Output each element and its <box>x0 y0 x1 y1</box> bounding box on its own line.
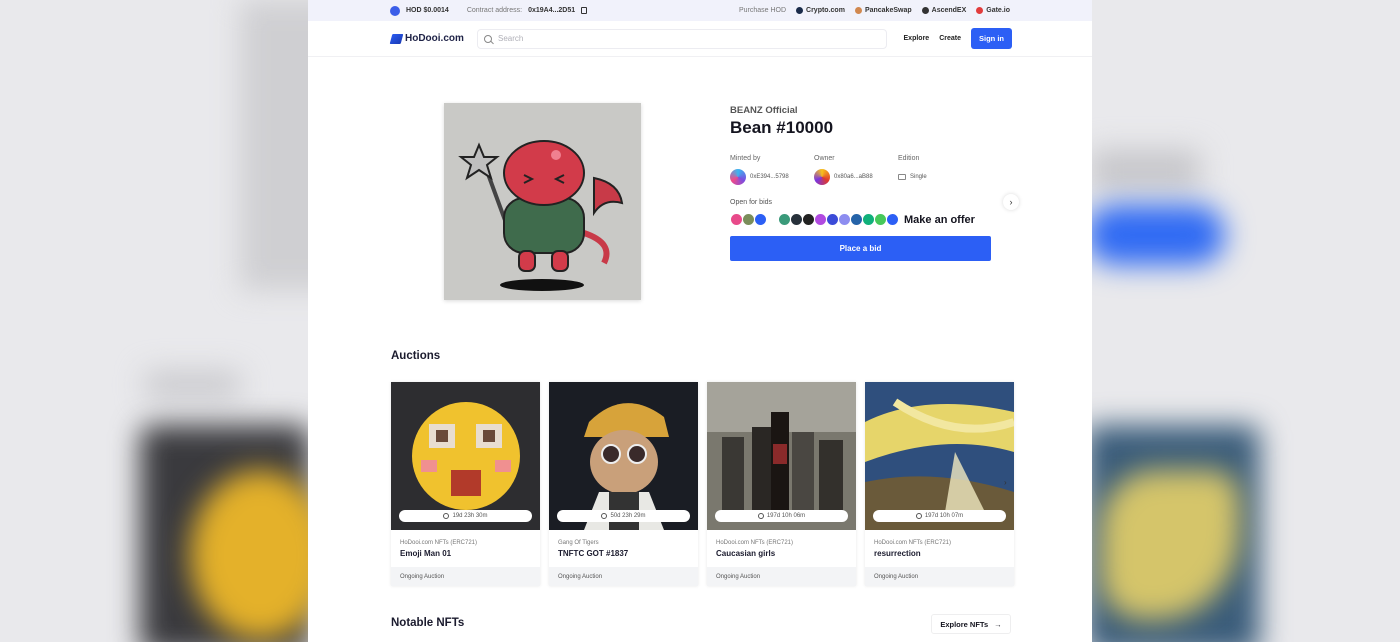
token-icons <box>730 213 899 226</box>
page: HOD $0.0014 Contract address: 0x19A4...2… <box>308 0 1092 642</box>
collection-name[interactable]: BEANZ Official <box>730 105 1010 116</box>
exchange-ascendex[interactable]: AscendEX <box>921 7 966 14</box>
card-collection: HoDooi.com NFTs (ERC721) <box>716 540 794 546</box>
auction-card[interactable]: 19d 23h 30m HoDooi.com NFTs (ERC721) Emo… <box>391 382 540 586</box>
edition-label: Edition <box>898 155 920 162</box>
notable-title: Notable NFTs <box>391 617 465 629</box>
auction-card[interactable]: 197d 10h 07m HoDooi.com NFTs (ERC721) re… <box>865 382 1014 586</box>
chevron-right-icon[interactable]: › <box>1003 194 1019 210</box>
search-placeholder: Search <box>498 34 524 43</box>
pancakeswap-icon <box>854 7 862 14</box>
card-name: Caucasian girls <box>716 549 776 558</box>
gate-io-icon <box>976 7 984 14</box>
crypto-com-icon <box>796 7 804 14</box>
auctions-title: Auctions <box>391 350 441 362</box>
exchange-crypto-com[interactable]: Crypto.com <box>796 7 845 14</box>
auction-image[interactable]: 197d 10h 06m <box>707 382 856 530</box>
auction-timer: 19d 23h 30m <box>399 510 532 522</box>
owner-label: Owner <box>814 155 835 162</box>
token-icon <box>886 213 899 226</box>
nft-title: Bean #10000 <box>730 118 834 137</box>
auction-image[interactable]: 19d 23h 30m <box>391 382 540 530</box>
owner-avatar <box>814 169 830 185</box>
nav-explore[interactable]: Explore <box>904 35 930 42</box>
edition: Single <box>898 174 982 180</box>
card-status: Ongoing Auction <box>865 567 1014 586</box>
auction-card[interactable]: 197d 10h 06m HoDooi.com NFTs (ERC721) Ca… <box>707 382 856 586</box>
main-nav: HoDooi.com Search Explore Create Sign in <box>308 21 1092 57</box>
exchange-pancakeswap[interactable]: PancakeSwap <box>854 7 912 14</box>
card-status: Ongoing Auction <box>549 567 698 586</box>
minted-by-label: Minted by <box>730 155 761 162</box>
owner[interactable]: 0x80a6...aB88 <box>814 169 898 185</box>
chevron-right-icon[interactable]: › <box>1004 478 1007 487</box>
auction-timer: 50d 23h 29m <box>557 510 690 522</box>
clock-icon <box>757 513 764 519</box>
minter-avatar <box>730 169 746 185</box>
card-status: Ongoing Auction <box>707 567 856 586</box>
arrow-right-icon: → <box>994 619 1002 629</box>
search-input[interactable]: Search <box>477 28 887 49</box>
clock-icon <box>601 513 608 519</box>
explore-nfts-button[interactable]: Explore NFTs → <box>931 614 1011 634</box>
open-for-bids-label: Open for bids <box>730 199 773 206</box>
auction-timer: 197d 10h 07m <box>873 510 1006 522</box>
auction-timer: 197d 10h 06m <box>715 510 848 522</box>
make-offer-link[interactable]: Make an offer <box>904 214 975 226</box>
auction-image[interactable]: 197d 10h 07m <box>865 382 1014 530</box>
top-info-bar: HOD $0.0014 Contract address: 0x19A4...2… <box>308 0 1092 21</box>
card-name: Emoji Man 01 <box>400 549 452 558</box>
card-collection: Gang Of Tigers <box>558 540 599 546</box>
nft-details: BEANZ Official Bean #10000 Minted by Own… <box>730 105 1010 261</box>
copy-icon[interactable] <box>581 7 588 14</box>
card-collection: HoDooi.com NFTs (ERC721) <box>400 540 478 546</box>
contract-label: Contract address: <box>466 7 523 14</box>
card-collection: HoDooi.com NFTs (ERC721) <box>874 540 952 546</box>
nft-artwork[interactable] <box>444 103 641 300</box>
clock-icon <box>443 513 450 519</box>
hod-price: HOD $0.0014 <box>406 7 449 14</box>
logo[interactable]: HoDooi.com <box>389 33 477 44</box>
nav-create[interactable]: Create <box>939 35 961 42</box>
search-icon <box>484 34 492 43</box>
hod-coin-icon <box>390 5 400 16</box>
auction-cards: 19d 23h 30m HoDooi.com NFTs (ERC721) Emo… <box>391 382 1014 586</box>
ascendex-icon <box>921 7 929 14</box>
image-icon <box>898 174 906 180</box>
purchase-label: Purchase HOD <box>738 7 787 14</box>
hodooi-logo-icon <box>389 33 404 44</box>
card-name: resurrection <box>874 549 921 558</box>
clock-icon <box>915 513 922 519</box>
auction-card[interactable]: 50d 23h 29m Gang Of Tigers TNFTC GOT #18… <box>549 382 698 586</box>
card-name: TNFTC GOT #1837 <box>558 549 629 558</box>
place-bid-button[interactable]: Place a bid <box>730 236 991 261</box>
signin-button[interactable]: Sign in <box>971 28 1012 49</box>
card-status: Ongoing Auction <box>391 567 540 586</box>
exchange-gate-io[interactable]: Gate.io <box>976 7 1010 14</box>
auction-image[interactable]: 50d 23h 29m <box>549 382 698 530</box>
contract-address[interactable]: 0x19A4...2D51 <box>528 7 575 14</box>
minter[interactable]: 0xE394...5798 <box>730 169 814 185</box>
